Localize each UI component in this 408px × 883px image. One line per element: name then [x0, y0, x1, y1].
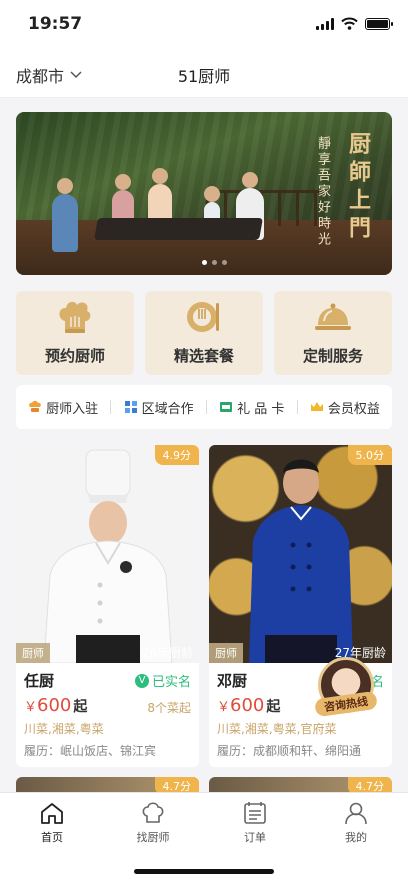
currency-symbol: ￥	[217, 700, 231, 715]
crown-icon	[310, 402, 323, 411]
chef-price: ￥600 起	[217, 695, 280, 716]
feature-label: 定制服务	[302, 347, 363, 365]
home-icon	[41, 803, 63, 824]
status-icons	[316, 17, 393, 30]
chef-cuisine: 川菜,湘菜,粤菜	[24, 722, 104, 736]
battery-icon	[365, 18, 393, 30]
feature-label: 精选套餐	[173, 347, 234, 365]
signal-icon	[316, 18, 334, 30]
promo-banner[interactable]: 靜享吾家好時光 厨師上門	[16, 112, 392, 275]
carousel-dot[interactable]	[202, 260, 207, 265]
banner-table	[94, 218, 263, 240]
feature-tiles: 预约厨师 精选套餐 定制服务	[16, 291, 392, 375]
tab-label: 订单	[244, 831, 266, 844]
quick-links: 厨师入驻 区域合作 礼 品 卡 会员权益	[16, 385, 392, 429]
quick-link-chef-join[interactable]: 厨师入驻	[28, 398, 98, 417]
chef-cuisine: 川菜,湘菜,粤菜,官府菜	[217, 722, 337, 736]
chef-figure	[249, 459, 353, 663]
chef-icon	[29, 400, 41, 412]
check-icon: V	[134, 673, 149, 688]
tab-orders[interactable]: 订单	[215, 801, 295, 845]
nav-header: 成都市 51厨师	[0, 50, 408, 98]
tab-label: 首页	[41, 831, 63, 844]
chef-photo: 4.9分 厨师 26年厨龄	[16, 445, 199, 663]
plate-cutlery-icon	[187, 302, 219, 332]
price-suffix: 起	[73, 699, 88, 715]
carousel-dots	[202, 260, 227, 265]
page-title: 51厨师	[177, 67, 231, 86]
feature-set-meals[interactable]: 精选套餐	[145, 291, 263, 375]
quick-link-gift-card[interactable]: 礼 品 卡	[219, 398, 284, 417]
tab-mine[interactable]: 我的	[316, 801, 396, 845]
tab-home[interactable]: 首页	[12, 801, 92, 845]
currency-symbol: ￥	[24, 700, 38, 715]
price-value: 600	[37, 695, 72, 716]
home-indicator	[134, 869, 274, 874]
verified-badge: V 已实名	[134, 671, 191, 690]
chef-years: 26年厨龄	[141, 646, 193, 660]
quick-link-region[interactable]: 区域合作	[124, 398, 194, 417]
chef-tag: 厨师	[209, 643, 243, 663]
quick-link-membership[interactable]: 会员权益	[310, 398, 380, 417]
status-time: 19:57	[28, 14, 83, 34]
tab-label: 我的	[345, 831, 367, 844]
tab-find-chef[interactable]: 找厨师	[113, 801, 193, 845]
verified-label: 已实名	[151, 675, 191, 690]
gift-card-icon	[220, 402, 233, 412]
chef-photo: 5.0分 厨师 27年厨龄	[209, 445, 392, 663]
feature-label: 预约厨师	[44, 347, 105, 365]
rating-badge: 5.0分	[347, 445, 392, 465]
banner-person	[52, 178, 78, 252]
wifi-icon	[341, 17, 358, 30]
price-suffix: 起	[266, 699, 281, 715]
chef-name: 邓厨	[217, 672, 248, 690]
chef-tag: 厨师	[16, 643, 50, 663]
hotline-button[interactable]: 咨询热线	[314, 657, 378, 718]
order-list-icon	[244, 802, 266, 824]
feature-custom-service[interactable]: 定制服务	[274, 291, 392, 375]
min-dishes: 8个菜起	[147, 701, 191, 715]
chef-price: ￥600 起	[24, 695, 87, 716]
rating-badge: 4.9分	[154, 445, 199, 465]
chef-hat-icon	[59, 301, 91, 333]
quick-link-label: 厨师入驻	[46, 401, 99, 417]
chef-hat-icon	[142, 802, 164, 823]
quick-link-label: 会员权益	[327, 401, 380, 417]
quick-link-label: 礼 品 卡	[237, 401, 285, 417]
chef-figure	[43, 449, 173, 663]
chef-card[interactable]: 4.9分 厨师 26年厨龄 任厨 V 已实名 ￥600 起 8个菜起 川菜,湘菜,…	[16, 445, 199, 767]
cloche-icon	[315, 303, 351, 330]
divider	[296, 400, 298, 414]
divider	[110, 400, 112, 414]
chef-history: 履历：岷山饭店、锦江宾	[24, 744, 157, 758]
quick-link-label: 区域合作	[141, 401, 194, 417]
banner-tagline: 靜享吾家好時光	[315, 136, 330, 248]
status-bar: 19:57	[0, 0, 408, 50]
feature-book-chef[interactable]: 预约厨师	[16, 291, 134, 375]
chef-name: 任厨	[24, 672, 55, 690]
carousel-dot[interactable]	[212, 260, 217, 265]
cooperation-icon	[124, 401, 137, 413]
carousel-dot[interactable]	[222, 260, 227, 265]
price-value: 600	[230, 695, 265, 716]
chef-card[interactable]: 5.0分 厨师 27年厨龄 邓厨 名 ￥600 起 川菜,湘菜,粤菜,官府菜 履历…	[209, 445, 392, 767]
tab-label: 找厨师	[136, 831, 170, 844]
banner-slogan: 靜享吾家好時光 厨師上門	[313, 132, 374, 248]
chef-history: 履历：成都顺和轩、绵阳通	[217, 744, 362, 758]
banner-headline: 厨師上門	[345, 132, 371, 244]
divider	[205, 400, 207, 414]
user-icon	[345, 802, 367, 825]
